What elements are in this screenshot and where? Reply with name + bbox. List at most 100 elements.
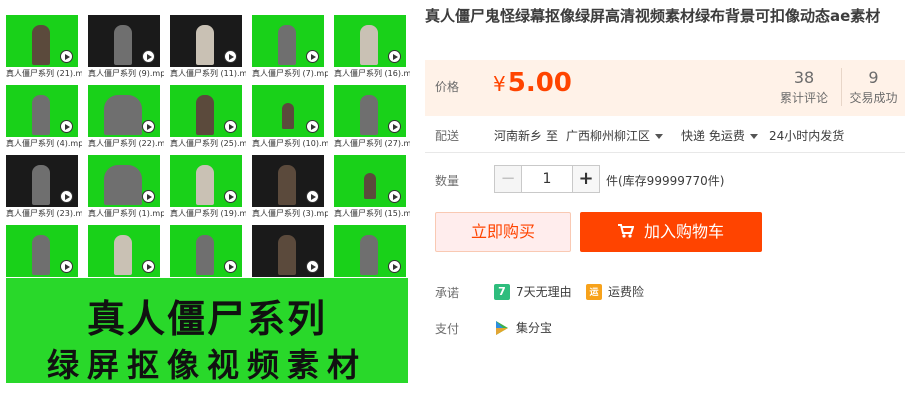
service-label: 承诺 xyxy=(435,286,460,300)
freight-insurance-text: 运费险 xyxy=(608,285,645,299)
video-thumbnail[interactable]: 真人僵尸系列 (25).mp4 xyxy=(170,85,246,153)
thumbnail-caption: 真人僵尸系列 (21).mp4 xyxy=(6,69,82,78)
zombie-figure xyxy=(32,25,50,65)
divider xyxy=(425,152,905,153)
cart-icon xyxy=(617,223,634,238)
reviews-stat[interactable]: 38 累计评论 xyxy=(775,68,833,106)
thumbnail-image xyxy=(88,85,160,137)
zombie-figure xyxy=(196,235,214,275)
zombie-figure xyxy=(278,165,296,205)
thumbnail-image xyxy=(88,15,160,67)
video-thumbnail[interactable]: 真人僵尸系列 (9).mp4 xyxy=(88,15,164,83)
thumbnail-caption: 真人僵尸系列 (23).mp4 xyxy=(6,209,82,218)
play-icon xyxy=(142,120,155,133)
ship-from: 河南新乡 xyxy=(494,129,543,143)
zombie-figure xyxy=(114,25,132,65)
thumbnail-image xyxy=(334,155,406,207)
zombie-figure xyxy=(196,95,214,135)
thumbnail-image xyxy=(170,155,242,207)
play-icon xyxy=(388,50,401,63)
thumbnail-caption: 真人僵尸系列 (15).mp4 xyxy=(334,209,410,218)
thumbnail-caption: 真人僵尸系列 (22).mp4 xyxy=(88,139,164,148)
thumbnail-image xyxy=(252,225,324,277)
destination-text: 广西柳州柳江区 xyxy=(566,129,651,143)
play-icon xyxy=(306,190,319,203)
play-icon xyxy=(388,190,401,203)
dispatch-time: 24小时内发货 xyxy=(769,129,845,143)
video-thumbnail[interactable]: 真人僵尸系列 (19).mp4 xyxy=(170,155,246,223)
seven-day-icon: 7 xyxy=(494,283,510,300)
thumbnail-image xyxy=(88,155,160,207)
price-amount: 5.00 xyxy=(507,68,572,98)
decrease-button[interactable]: − xyxy=(494,165,522,193)
price-value: ¥5.00 xyxy=(493,68,572,98)
video-thumbnail[interactable]: 真人僵尸系列 (3).mp4 xyxy=(252,155,328,223)
thumbnail-caption: 真人僵尸系列 (7).mp4 xyxy=(252,69,328,78)
freight-insurance[interactable]: 运 运费险 xyxy=(586,283,644,300)
play-icon xyxy=(60,50,73,63)
product-image-gallery[interactable]: 真人僵尸系列 (21).mp4 真人僵尸系列 (9).mp4 真人僵尸系列 (11)… xyxy=(6,15,410,384)
payment-method[interactable]: 集分宝 xyxy=(494,319,552,336)
add-to-cart-label: 加入购物车 xyxy=(643,222,724,241)
zombie-figure xyxy=(278,235,296,275)
increase-button[interactable]: + xyxy=(572,165,600,193)
freight-icon: 运 xyxy=(586,283,602,300)
play-icon xyxy=(60,260,73,273)
play-icon xyxy=(224,260,237,273)
play-icon xyxy=(142,260,155,273)
shipping-method-select[interactable]: 快递 免运费 xyxy=(681,127,758,144)
play-icon xyxy=(60,120,73,133)
currency-symbol: ¥ xyxy=(493,72,506,96)
play-icon xyxy=(306,120,319,133)
thumbnail-image xyxy=(252,15,324,67)
play-icon xyxy=(224,120,237,133)
play-icon xyxy=(388,260,401,273)
zombie-figure xyxy=(282,103,294,129)
thumbnail-image xyxy=(6,15,78,67)
return-policy[interactable]: 7 7天无理由 xyxy=(494,283,572,300)
video-thumbnail[interactable]: 真人僵尸系列 (27).mp4 xyxy=(334,85,410,153)
reviews-count: 38 xyxy=(793,68,815,87)
chevron-down-icon xyxy=(749,134,758,139)
chevron-down-icon xyxy=(655,134,664,139)
thumbnail-image xyxy=(6,225,78,277)
shipping-label: 配送 xyxy=(435,129,460,143)
video-thumbnail[interactable]: 真人僵尸系列 (7).mp4 xyxy=(252,15,328,83)
zombie-figure xyxy=(360,25,378,65)
price-label: 价格 xyxy=(435,80,460,94)
zombie-figure xyxy=(360,235,378,275)
thumbnail-image xyxy=(88,225,160,277)
thumbnail-caption: 真人僵尸系列 (25).mp4 xyxy=(170,139,246,148)
buy-now-button[interactable]: 立即购买 xyxy=(435,212,571,252)
video-thumbnail[interactable]: 真人僵尸系列 (15).mp4 xyxy=(334,155,410,223)
payment-method-text: 集分宝 xyxy=(516,321,553,335)
play-icon xyxy=(306,50,319,63)
video-thumbnail[interactable]: 真人僵尸系列 (4).mp4 xyxy=(6,85,82,153)
video-thumbnail[interactable]: 真人僵尸系列 (16).mp4 xyxy=(334,15,410,83)
video-thumbnail[interactable]: 真人僵尸系列 (22).mp4 xyxy=(88,85,164,153)
payment-label: 支付 xyxy=(435,322,460,336)
destination-select[interactable]: 广西柳州柳江区 xyxy=(566,127,664,144)
price-panel: 价格 ¥5.00 38 累计评论 9 交易成功 xyxy=(425,60,905,116)
quantity-input[interactable]: 1 xyxy=(521,165,573,193)
thumbnail-caption: 真人僵尸系列 (10).mp4 xyxy=(252,139,328,148)
video-thumbnail[interactable]: 真人僵尸系列 (21).mp4 xyxy=(6,15,82,83)
video-thumbnail[interactable]: 真人僵尸系列 (10).mp4 xyxy=(252,85,328,153)
zombie-figure xyxy=(104,95,142,135)
zombie-figure xyxy=(32,165,50,205)
thumbnail-caption: 真人僵尸系列 (4).mp4 xyxy=(6,139,82,148)
zombie-figure xyxy=(278,25,296,65)
zombie-figure xyxy=(196,25,214,65)
play-icon xyxy=(60,190,73,203)
sales-count: 9 xyxy=(868,68,879,87)
banner-subtitle: 绿屏抠像视频素材 xyxy=(46,346,367,384)
play-icon xyxy=(306,260,319,273)
sales-stat: 9 交易成功 xyxy=(841,68,905,106)
thumbnail-caption: 真人僵尸系列 (27).mp4 xyxy=(334,139,410,148)
add-to-cart-button[interactable]: 加入购物车 xyxy=(580,212,762,252)
video-thumbnail[interactable]: 真人僵尸系列 (11).mp4 xyxy=(170,15,246,83)
thumbnail-image xyxy=(170,85,242,137)
video-thumbnail[interactable]: 真人僵尸系列 (1).mp4 xyxy=(88,155,164,223)
video-thumbnail[interactable]: 真人僵尸系列 (23).mp4 xyxy=(6,155,82,223)
thumbnail-image xyxy=(6,155,78,207)
